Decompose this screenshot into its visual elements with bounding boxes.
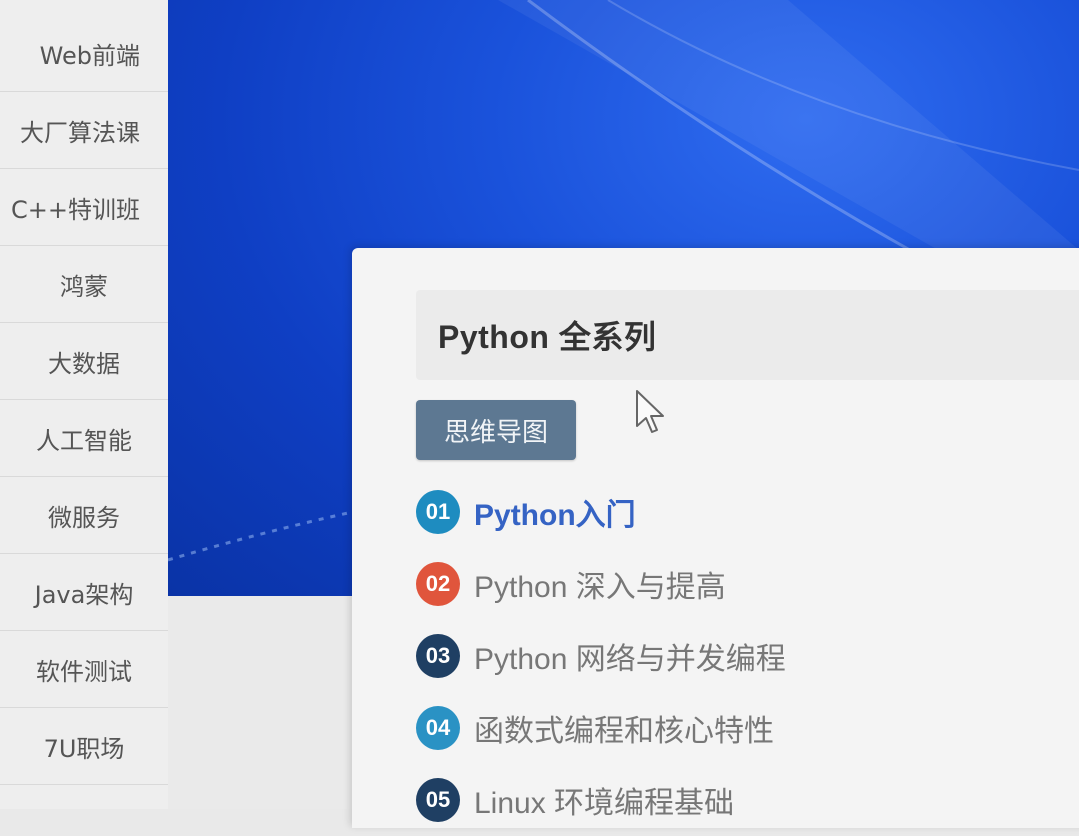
sidebar-item-microservice[interactable]: 微服务 — [0, 477, 168, 554]
sidebar-item-algorithm[interactable]: 大厂算法课 — [0, 92, 168, 169]
sidebar-item-label: 软件测试 — [36, 657, 132, 686]
course-number-badge: 02 — [416, 562, 460, 606]
sidebar-item-harmony[interactable]: 鸿蒙 — [0, 246, 168, 323]
course-link[interactable]: Linux 环境编程基础 — [474, 778, 734, 822]
mouse-cursor-icon — [636, 390, 664, 433]
card-title: Python 全系列 — [438, 319, 657, 355]
sidebar-item-label: 大数据 — [48, 349, 120, 378]
course-item-04[interactable]: 04 函数式编程和核心特性 — [416, 692, 786, 764]
sidebar-item-web[interactable]: Web前端 — [0, 15, 168, 92]
course-number-badge: 05 — [416, 778, 460, 822]
course-number-badge: 03 — [416, 634, 460, 678]
sidebar-item-label: C++特训班 — [11, 195, 140, 224]
sidebar-item-career[interactable]: 7U职场 — [0, 708, 168, 785]
course-link[interactable]: Python入门 — [474, 490, 636, 534]
course-item-05[interactable]: 05 Linux 环境编程基础 — [416, 764, 786, 836]
course-number-badge: 01 — [416, 490, 460, 534]
sidebar-item-label: 大厂算法课 — [20, 118, 140, 147]
sidebar-item-label: 7U职场 — [43, 734, 125, 763]
course-item-01[interactable]: 01 Python入门 — [416, 476, 786, 548]
mindmap-button[interactable]: 思维导图 — [416, 400, 576, 460]
category-sidebar: Web前端 大厂算法课 C++特训班 鸿蒙 大数据 人工智能 微服务 Java架… — [0, 0, 169, 809]
sidebar-item-label: 鸿蒙 — [60, 272, 108, 301]
course-link[interactable]: Python 深入与提高 — [474, 562, 726, 606]
course-number-badge: 04 — [416, 706, 460, 750]
sidebar-item-label: Web前端 — [39, 41, 140, 70]
course-link[interactable]: Python 网络与并发编程 — [474, 634, 786, 678]
course-link[interactable]: 函数式编程和核心特性 — [474, 706, 774, 750]
course-list: 01 Python入门 02 Python 深入与提高 03 Python 网络… — [416, 476, 786, 836]
sidebar-item-ai[interactable]: 人工智能 — [0, 400, 168, 477]
sidebar-item-label: Java架构 — [34, 580, 134, 609]
course-card: Python 全系列 思维导图 01 Python入门 02 Python 深入… — [352, 248, 1079, 828]
card-header: Python 全系列 — [416, 290, 1079, 380]
course-item-02[interactable]: 02 Python 深入与提高 — [416, 548, 786, 620]
sidebar-item-bigdata[interactable]: 大数据 — [0, 323, 168, 400]
sidebar-item-testing[interactable]: 软件测试 — [0, 631, 168, 708]
sidebar-item-java[interactable]: Java架构 — [0, 554, 168, 631]
sidebar-item-label: 人工智能 — [36, 426, 132, 455]
sidebar-item-label: 微服务 — [48, 503, 120, 532]
course-item-03[interactable]: 03 Python 网络与并发编程 — [416, 620, 786, 692]
sidebar-item-cpp[interactable]: C++特训班 — [0, 169, 168, 246]
